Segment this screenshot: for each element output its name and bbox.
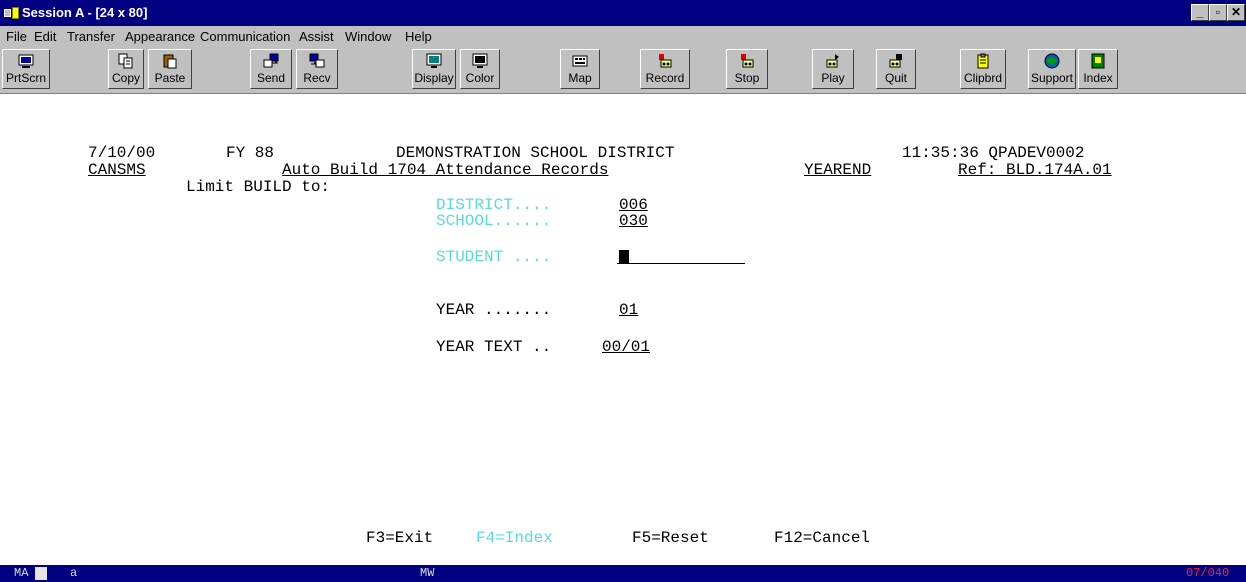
paste-button[interactable]: Paste <box>148 49 192 89</box>
stop-icon <box>741 54 754 68</box>
maximize-button[interactable]: ▫ <box>1209 4 1227 21</box>
screen-title: Auto Build 1704 Attendance Records <box>282 161 609 179</box>
support-icon <box>1044 53 1060 69</box>
quit-icon <box>889 54 902 68</box>
record-icon <box>659 54 672 68</box>
school-label: SCHOOL...... <box>436 212 552 230</box>
prtscrn-button[interactable]: PrtScrn <box>2 49 50 89</box>
menu-communication[interactable]: Communication <box>200 29 290 44</box>
year-text-label: YEAR TEXT .. <box>436 338 552 356</box>
fiscal-year: FY 88 <box>226 144 275 162</box>
year-label: YEAR ....... <box>436 301 552 319</box>
copy-button[interactable]: Copy <box>108 49 144 89</box>
cursor-position: 07/040 <box>1186 566 1230 580</box>
color-icon <box>472 53 488 68</box>
send-label: Send <box>256 71 286 85</box>
paste-icon <box>163 54 177 69</box>
prtscrn-label: PrtScrn <box>5 71 46 85</box>
student-field[interactable] <box>617 250 745 264</box>
map-label: Map <box>568 71 592 85</box>
send-icon <box>263 53 279 68</box>
student-label: STUDENT .... <box>436 248 552 266</box>
status-mw-indicator: MW <box>420 566 435 580</box>
text-cursor <box>619 250 629 264</box>
reference-code: Ref: BLD.174A.01 <box>958 161 1112 179</box>
menu-edit[interactable]: Edit <box>34 29 56 44</box>
receive-icon <box>309 53 325 68</box>
window-title: Session A - [24 x 80] <box>22 5 148 20</box>
status-session: a <box>70 566 78 580</box>
copy-icon <box>118 53 133 69</box>
send-button[interactable]: Send <box>250 49 292 89</box>
quit-label: Quit <box>884 71 907 85</box>
f3-exit-key[interactable]: F3=Exit <box>366 529 433 547</box>
time-program: 11:35:36 QPADEV0002 <box>902 144 1085 162</box>
print-screen-icon <box>18 54 34 68</box>
menu-transfer[interactable]: Transfer <box>67 29 115 44</box>
status-indicator-block <box>35 567 47 580</box>
f5-reset-key[interactable]: F5=Reset <box>632 529 709 547</box>
menu-file[interactable]: File <box>6 29 27 44</box>
year-text-field[interactable]: 00/01 <box>602 338 650 356</box>
recv-label: Recv <box>303 71 331 85</box>
toolbar: PrtScrn Copy Paste Send Recv Display Col… <box>0 46 1246 94</box>
f4-index-key[interactable]: F4=Index <box>476 529 553 547</box>
display-icon <box>426 53 442 68</box>
minimize-button[interactable]: _ <box>1191 4 1209 21</box>
index-button[interactable]: Index <box>1078 49 1118 89</box>
app-icon[interactable] <box>4 7 20 19</box>
display-label: Display <box>414 71 454 85</box>
clipboard-icon <box>977 53 989 69</box>
index-label: Index <box>1083 71 1113 85</box>
map-button[interactable]: Map <box>560 49 600 89</box>
close-button[interactable]: ✕ <box>1227 4 1245 21</box>
stop-label: Stop <box>734 71 760 85</box>
stop-button[interactable]: Stop <box>726 49 768 89</box>
terminal-screen[interactable]: 7/10/00 FY 88 DEMONSTRATION SCHOOL DISTR… <box>0 95 1246 563</box>
school-field[interactable]: 030 <box>619 212 648 230</box>
record-label: Record <box>645 71 685 85</box>
recv-button[interactable]: Recv <box>296 49 338 89</box>
menu-appearance[interactable]: Appearance <box>125 29 195 44</box>
menu-help[interactable]: Help <box>405 29 432 44</box>
system-name: CANSMS <box>88 161 146 179</box>
clipbrd-button[interactable]: Clipbrd <box>960 49 1006 89</box>
district-name: DEMONSTRATION SCHOOL DISTRICT <box>396 144 675 162</box>
mode-label: YEAREND <box>804 161 872 179</box>
status-bar: MA a MW 07/040 <box>0 565 1246 582</box>
support-button[interactable]: Support <box>1028 49 1076 89</box>
play-icon <box>826 54 839 68</box>
limit-build-label: Limit BUILD to: <box>186 178 331 196</box>
status-mode: MA <box>14 566 29 580</box>
support-label: Support <box>1030 71 1074 85</box>
display-button[interactable]: Display <box>412 49 456 89</box>
menu-assist[interactable]: Assist <box>299 29 334 44</box>
copy-label: Copy <box>111 71 140 85</box>
clipbrd-label: Clipbrd <box>963 71 1002 85</box>
index-icon <box>1091 53 1105 69</box>
color-label: Color <box>465 71 495 85</box>
play-button[interactable]: Play <box>812 49 854 89</box>
map-icon <box>572 55 588 67</box>
record-button[interactable]: Record <box>640 49 690 89</box>
title-bar: Session A - [24 x 80] _ ▫ ✕ <box>0 0 1246 26</box>
f12-cancel-key[interactable]: F12=Cancel <box>774 529 870 547</box>
menu-window[interactable]: Window <box>345 29 391 44</box>
year-field[interactable]: 01 <box>619 301 638 319</box>
color-button[interactable]: Color <box>460 49 500 89</box>
screen-date: 7/10/00 <box>88 144 156 162</box>
quit-button[interactable]: Quit <box>876 49 916 89</box>
paste-label: Paste <box>154 71 186 85</box>
menu-bar: File Edit Transfer Appearance Communicat… <box>0 26 1246 46</box>
play-label: Play <box>821 71 845 85</box>
